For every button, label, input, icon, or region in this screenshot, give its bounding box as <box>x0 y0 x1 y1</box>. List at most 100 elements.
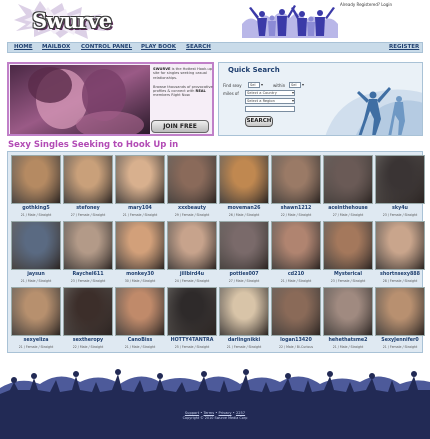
profile-username[interactable]: moveman26 <box>219 206 269 211</box>
profile-card[interactable]: xxxbeauty 29 / Female / Straight <box>167 155 217 220</box>
profile-card[interactable]: HOTTY4TANTRA 25 / Female / Straight <box>167 287 217 352</box>
chevron-down-icon[interactable]: ▾ <box>292 98 294 103</box>
footer-link-privacy[interactable]: Privacy <box>219 411 232 415</box>
profile-username[interactable]: shawn1212 <box>271 206 321 211</box>
dancer-silhouette-illustration <box>325 87 422 135</box>
profile-username[interactable]: CanoBiss <box>115 338 165 343</box>
profile-username[interactable]: jillbird4u <box>167 272 217 277</box>
nav-home[interactable]: HOME <box>14 44 33 50</box>
profile-photo[interactable] <box>375 287 425 336</box>
nav-mailbox[interactable]: MAILBOX <box>42 44 70 50</box>
profile-card[interactable]: logan13420 22 / Male / Bi-Curious <box>271 287 321 352</box>
profile-photo[interactable] <box>115 155 165 204</box>
profile-photo[interactable] <box>271 287 321 336</box>
profile-photo[interactable] <box>63 221 113 270</box>
site-logo[interactable]: Swurve <box>10 1 112 39</box>
profile-card[interactable]: aceinthehouse 27 / Male / Straight <box>323 155 373 220</box>
profile-details: 21 / Male / Straight <box>20 279 52 283</box>
profile-details: 28 / Female / Straight <box>382 279 418 283</box>
chevron-down-icon[interactable]: ▾ <box>292 90 294 95</box>
profile-username[interactable]: stefoney <box>63 206 113 211</box>
profile-photo[interactable] <box>115 221 165 270</box>
profile-photo[interactable] <box>375 221 425 270</box>
profile-card[interactable]: SexyJennifer0 21 / Female / Straight <box>375 287 425 352</box>
profile-username[interactable]: shortnsexy888 <box>375 272 425 277</box>
profile-username[interactable]: Mysterical <box>323 272 373 277</box>
profile-photo[interactable] <box>219 287 269 336</box>
profile-username[interactable]: potties007 <box>219 272 269 277</box>
profile-username[interactable]: aceinthehouse <box>323 206 373 211</box>
profile-photo[interactable] <box>219 155 269 204</box>
footer: Support • Terms • Privacy • 2257 Copyrig… <box>0 360 430 439</box>
profile-card[interactable]: sextheropy 22 / Male / Straight <box>63 287 113 352</box>
profile-card[interactable]: monkey30 30 / Male / Straight <box>115 221 165 286</box>
profile-username[interactable]: logan13420 <box>271 338 321 343</box>
profile-card[interactable]: potties007 27 / Male / Straight <box>219 221 269 286</box>
profile-username[interactable]: darlingnikki <box>219 338 269 343</box>
profile-card[interactable]: mary104 21 / Female / Straight <box>115 155 165 220</box>
footer-link-terms[interactable]: Terms <box>204 411 215 415</box>
profile-username[interactable]: hehethatsme2 <box>323 338 373 343</box>
footer-link-support[interactable]: Support <box>185 411 199 415</box>
profile-photo[interactable] <box>11 221 61 270</box>
profile-username[interactable]: sexyeliza <box>11 338 61 343</box>
profile-card[interactable]: darlingnikki 21 / Female / Straight <box>219 287 269 352</box>
profile-username[interactable]: jaysun <box>11 272 61 277</box>
profile-card[interactable]: gothking5 21 / Male / Straight <box>11 155 61 220</box>
profile-card[interactable]: sexyeliza 21 / Female / Straight <box>11 287 61 352</box>
nav-play-book[interactable]: PLAY BOOK <box>141 44 176 50</box>
profile-photo[interactable] <box>63 287 113 336</box>
profile-username[interactable]: cd210 <box>271 272 321 277</box>
nav-register[interactable]: REGISTER <box>389 44 419 50</box>
profile-card[interactable]: jaysun 21 / Male / Straight <box>11 221 61 286</box>
profile-card[interactable]: hehethatsme2 21 / Male / Straight <box>323 287 373 352</box>
profile-username[interactable]: monkey30 <box>115 272 165 277</box>
chevron-down-icon[interactable]: ▾ <box>261 82 263 87</box>
profile-photo[interactable] <box>323 287 373 336</box>
already-registered-link[interactable]: Already Registered? Login <box>340 2 392 7</box>
profile-photo[interactable] <box>375 155 425 204</box>
search-button[interactable]: SEARCH <box>245 116 273 127</box>
nav-control-panel[interactable]: CONTROL PANEL <box>81 44 132 50</box>
profile-photo[interactable] <box>167 155 217 204</box>
gender-select-2[interactable]: Sel <box>289 82 301 88</box>
profile-card[interactable]: shortnsexy888 28 / Female / Straight <box>375 221 425 286</box>
profile-card[interactable]: CanoBiss 21 / Male / Straight <box>115 287 165 352</box>
profile-photo[interactable] <box>167 221 217 270</box>
profile-photo[interactable] <box>323 155 373 204</box>
profile-photo[interactable] <box>11 155 61 204</box>
profile-card[interactable]: Mysterical 23 / Female / Straight <box>323 221 373 286</box>
profile-card[interactable]: moveman26 26 / Male / Straight <box>219 155 269 220</box>
profile-card[interactable]: stefoney 27 / Female / Straight <box>63 155 113 220</box>
profile-photo[interactable] <box>115 287 165 336</box>
join-free-button[interactable]: JOIN FREE <box>151 120 209 133</box>
profile-username[interactable]: Raychel611 <box>63 272 113 277</box>
city-select[interactable] <box>245 106 295 112</box>
profile-username[interactable]: xxxbeauty <box>167 206 217 211</box>
chevron-down-icon[interactable]: ▾ <box>302 82 304 87</box>
profile-photo[interactable] <box>271 155 321 204</box>
profile-photo[interactable] <box>63 155 113 204</box>
profile-photo[interactable] <box>11 287 61 336</box>
profile-photo[interactable] <box>219 221 269 270</box>
profile-card[interactable]: cd210 21 / Male / Straight <box>271 221 321 286</box>
profile-photo[interactable] <box>271 221 321 270</box>
gender-select-1[interactable]: Sel <box>248 82 260 88</box>
footer-link-2257[interactable]: 2257 <box>236 411 245 415</box>
region-select[interactable]: Select a Region <box>245 98 295 104</box>
profile-username[interactable]: sextheropy <box>63 338 113 343</box>
profile-card[interactable]: jillbird4u 24 / Female / Straight <box>167 221 217 286</box>
profile-photo[interactable] <box>167 287 217 336</box>
profile-card[interactable]: sky4u 23 / Female / Straight <box>375 155 425 220</box>
profile-card[interactable]: shawn1212 22 / Male / Straight <box>271 155 321 220</box>
dancers-illustration <box>240 2 340 40</box>
profile-photo[interactable] <box>323 221 373 270</box>
nav-search[interactable]: SEARCH <box>186 44 211 50</box>
profile-username[interactable]: SexyJennifer0 <box>375 338 425 343</box>
profile-username[interactable]: mary104 <box>115 206 165 211</box>
profile-card[interactable]: Raychel611 23 / Female / Straight <box>63 221 113 286</box>
profile-username[interactable]: HOTTY4TANTRA <box>167 338 217 343</box>
profile-username[interactable]: sky4u <box>375 206 425 211</box>
profile-username[interactable]: gothking5 <box>11 206 61 211</box>
country-select[interactable]: Select a Country <box>245 90 295 96</box>
